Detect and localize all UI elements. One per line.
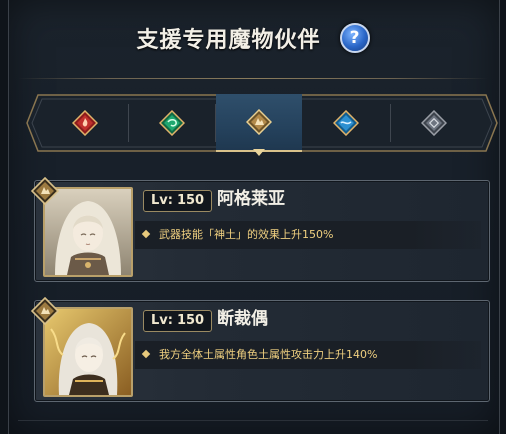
earth-gem-icon [246,109,272,135]
tab-earth[interactable] [216,94,302,152]
water-gem-icon [333,110,359,136]
tab-fire[interactable] [42,94,128,152]
page-title: 支援专用魔物伙伴 [136,27,321,53]
earth-element-badge-icon [31,297,59,325]
effect-text: 我方全体土属性角色土属性攻击力上升140% [159,348,378,361]
level-badge: Lv: 150 [143,310,213,332]
bullet-diamond-icon [141,229,151,239]
level-badge: Lv: 150 [143,190,213,212]
partner-card[interactable]: Lv: 150 阿格莱亚 武器技能「神土」的效果上升150% [31,177,490,282]
header: 支援专用魔物伙伴 ? [0,22,506,54]
level-label: Lv: [151,313,173,328]
level-value: 150 [176,313,205,328]
effect-row: 我方全体土属性角色土属性攻击力上升140% [135,341,481,369]
tab-neutral[interactable] [391,94,477,152]
bullet-diamond-icon [141,349,151,359]
wind-gem-icon [159,110,185,136]
bottom-divider [18,420,488,421]
effect-text: 武器技能「神土」的效果上升150% [159,228,334,241]
element-tab-bar [26,94,498,152]
partner-card[interactable]: Lv: 150 断裁偶 我方全体土属性角色土属性攻击力上升140% [31,297,490,402]
active-tab-pointer-icon [253,149,265,156]
level-value: 150 [176,193,205,208]
earth-element-badge-icon [31,177,59,205]
partner-name: 断裁偶 [217,309,268,329]
header-divider [18,78,488,79]
partner-name: 阿格莱亚 [217,189,285,209]
tab-wind[interactable] [129,94,215,152]
help-button[interactable]: ? [339,23,370,53]
tab-water[interactable] [303,94,389,152]
fire-gem-icon [72,110,98,136]
effect-row: 武器技能「神土」的效果上升150% [135,221,481,249]
level-label: Lv: [151,193,173,208]
neutral-gem-icon [421,110,447,136]
